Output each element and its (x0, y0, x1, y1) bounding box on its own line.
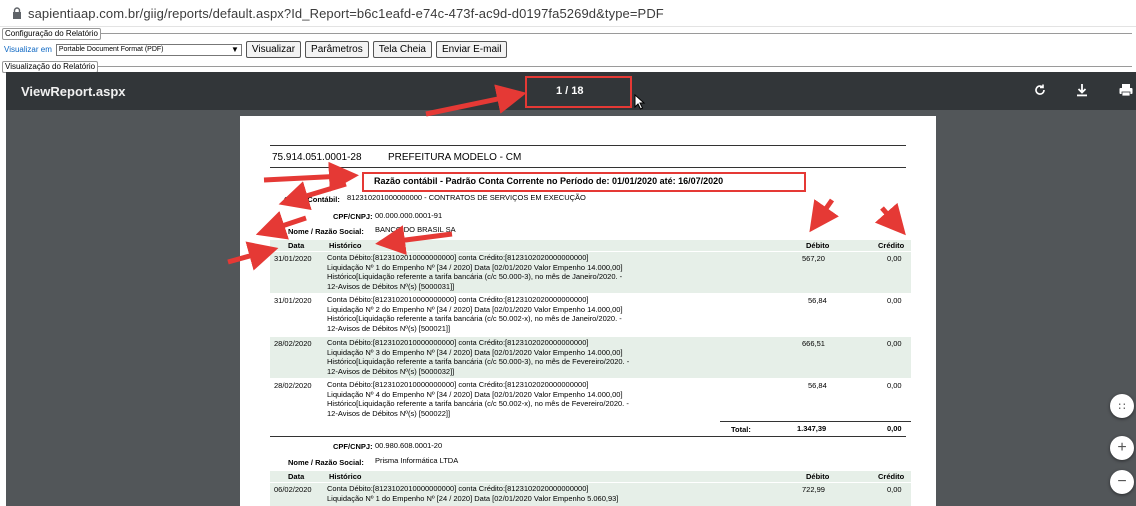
address-bar[interactable]: sapientiaap.com.br/giig/reports/default.… (0, 0, 1136, 27)
enviar-email-button[interactable]: Enviar E-mail (436, 41, 508, 58)
zoom-in-button[interactable]: + (1110, 436, 1134, 460)
fit-page-icon: ∷ (1118, 400, 1126, 413)
arrow-icon (874, 202, 906, 236)
pdf-viewer[interactable]: ViewReport.aspx 1 / 18 75.914.051.0001-2… (6, 72, 1136, 506)
arrow-icon (278, 181, 347, 211)
annotation-arrows (227, 84, 906, 271)
chevron-down-icon: ▼ (230, 45, 239, 54)
arrow-icon (809, 198, 839, 233)
tela-cheia-button[interactable]: Tela Cheia (372, 41, 432, 58)
zoom-out-button[interactable]: − (1110, 470, 1134, 494)
lock-icon (6, 7, 28, 19)
arrow-icon (375, 225, 453, 255)
arrow-icon (227, 241, 279, 271)
plus-icon: + (1117, 439, 1127, 456)
format-select[interactable]: Portable Document Format (PDF) ▼ (55, 43, 242, 56)
config-fieldset (4, 33, 1132, 34)
visualizar-label: Visualizar em (4, 45, 52, 54)
arrow-icon (425, 84, 527, 117)
visualizar-button[interactable]: Visualizar (245, 41, 302, 58)
parametros-button[interactable]: Parâmetros (305, 41, 369, 58)
format-select-value: Portable Document Format (PDF) (58, 46, 164, 53)
config-legend: Configuração do Relatório (2, 28, 101, 40)
config-toolbar: Visualizar em Portable Document Format (… (4, 41, 508, 58)
minus-icon: − (1117, 473, 1127, 490)
fit-page-button[interactable]: ∷ (1110, 394, 1134, 418)
arrow-icon (255, 211, 307, 240)
url-text[interactable]: sapientiaap.com.br/giig/reports/default.… (28, 6, 664, 21)
view-fieldset (4, 66, 1132, 67)
arrow-icon (263, 161, 359, 192)
